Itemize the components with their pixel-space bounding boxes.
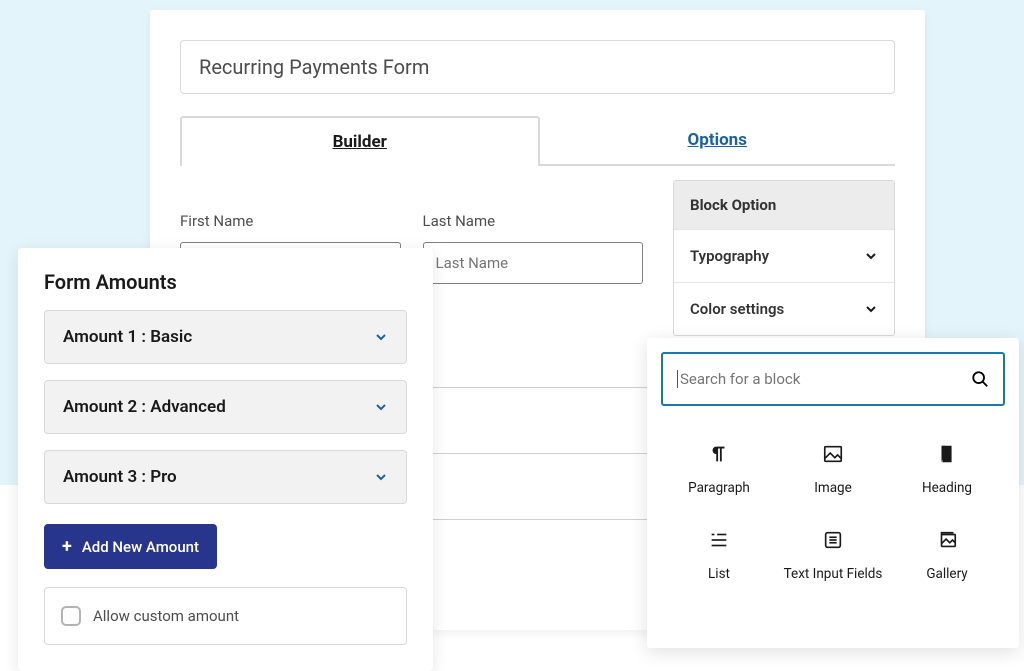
last-name-field: Last Name: [423, 212, 644, 284]
block-item-heading[interactable]: Heading: [893, 436, 1001, 516]
block-item-label: Paragraph: [688, 480, 750, 496]
amount-row-basic[interactable]: Amount 1 : Basic: [44, 310, 407, 364]
heading-icon: [935, 442, 959, 466]
image-icon: [821, 442, 845, 466]
sidebar-item-label: Color settings: [690, 300, 784, 318]
block-search-input[interactable]: [680, 370, 971, 388]
chevron-down-icon: [374, 330, 388, 344]
paragraph-icon: [707, 442, 731, 466]
block-grid: Paragraph Image Heading List Text Input …: [661, 436, 1005, 602]
last-name-input[interactable]: [423, 242, 644, 284]
block-item-label: Image: [814, 480, 852, 496]
allow-custom-checkbox[interactable]: [61, 606, 81, 626]
amount-row-advanced[interactable]: Amount 2 : Advanced: [44, 380, 407, 434]
last-name-label: Last Name: [423, 212, 644, 230]
block-item-gallery[interactable]: Gallery: [893, 522, 1001, 602]
sidebar-item-label: Typography: [690, 247, 769, 265]
plus-icon: +: [62, 536, 72, 557]
allow-custom-amount-row[interactable]: Allow custom amount: [44, 587, 407, 645]
add-new-amount-button[interactable]: + Add New Amount: [44, 524, 217, 569]
block-inserter-panel: Paragraph Image Heading List Text Input …: [647, 338, 1019, 648]
sidebar-item-typography[interactable]: Typography: [674, 229, 894, 282]
block-item-text-input[interactable]: Text Input Fields: [779, 522, 887, 602]
gallery-icon: [935, 528, 959, 552]
amount-row-label: Amount 1 : Basic: [63, 327, 192, 347]
block-item-image[interactable]: Image: [779, 436, 887, 516]
block-item-label: Gallery: [926, 566, 967, 582]
sidebar-item-color-settings[interactable]: Color settings: [674, 282, 894, 335]
form-title-input[interactable]: [180, 40, 895, 94]
block-option-sidebar: Block Option Typography Color settings: [673, 180, 895, 336]
chevron-down-icon: [374, 400, 388, 414]
chevron-down-icon: [374, 470, 388, 484]
block-option-title: Block Option: [674, 181, 894, 229]
allow-custom-label: Allow custom amount: [93, 607, 239, 625]
tab-builder[interactable]: Builder: [180, 116, 540, 166]
text-input-icon: [821, 528, 845, 552]
list-icon: [707, 528, 731, 552]
tab-options[interactable]: Options: [540, 116, 896, 166]
first-name-label: First Name: [180, 212, 401, 230]
amount-row-pro[interactable]: Amount 3 : Pro: [44, 450, 407, 504]
chevron-down-icon: [864, 302, 878, 316]
block-search-wrap[interactable]: [661, 352, 1005, 406]
tabs-row: Builder Options: [180, 116, 895, 166]
block-item-paragraph[interactable]: Paragraph: [665, 436, 773, 516]
block-item-label: Text Input Fields: [784, 566, 883, 582]
block-item-label: List: [708, 566, 730, 582]
amount-row-label: Amount 2 : Advanced: [63, 397, 226, 417]
form-amounts-title: Form Amounts: [44, 270, 407, 294]
block-item-label: Heading: [922, 480, 972, 496]
chevron-down-icon: [864, 249, 878, 263]
form-amounts-panel: Form Amounts Amount 1 : Basic Amount 2 :…: [18, 248, 433, 671]
block-item-list[interactable]: List: [665, 522, 773, 602]
add-new-amount-label: Add New Amount: [82, 538, 199, 556]
amount-row-label: Amount 3 : Pro: [63, 467, 177, 487]
search-icon: [971, 370, 989, 388]
text-cursor: [677, 370, 678, 388]
